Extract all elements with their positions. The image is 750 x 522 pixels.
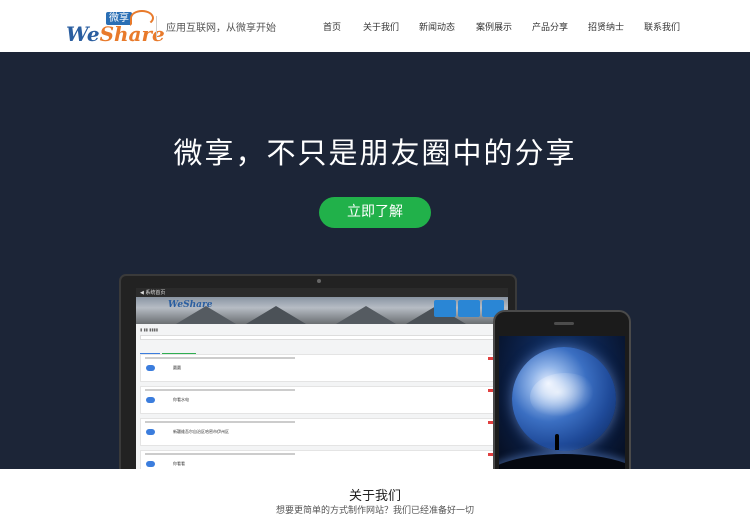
row-name: 你看看 <box>173 461 185 466</box>
header-divider <box>156 16 157 38</box>
nav-news[interactable]: 新闻动态 <box>419 20 455 33</box>
row-meta <box>145 453 295 455</box>
about-section: 关于我们 想要更简单的方式制作网站？我们已经准备好一切 <box>0 469 750 522</box>
laptop-screen: ◀ 系统首页 WeShare ▮ ▮▮ ▮▮▮▮ 圆圆 你看水电 新疆维吾尔自治… <box>136 288 508 469</box>
hero-section: 微享，不只是朋友圈中的分享 立即了解 ◀ 系统首页 WeShare ▮ ▮▮ ▮… <box>0 52 750 469</box>
screen-logo: WeShare <box>168 300 213 310</box>
header-slogan: 应用互联网，从微享开始 <box>166 23 276 34</box>
screen-row: 你看水电 <box>140 386 504 414</box>
nav-contact[interactable]: 联系我们 <box>644 20 680 33</box>
learn-more-button[interactable]: 立即了解 <box>319 197 431 228</box>
row-name: 你看水电 <box>173 397 189 402</box>
logo-wordmark: WeShare <box>66 22 165 46</box>
about-subtitle: 想要更简单的方式制作网站？我们已经准备好一切 <box>275 506 474 516</box>
weshare-logo[interactable]: 微享 WeShare <box>66 10 165 46</box>
screen-breadcrumb: ▮ ▮▮ ▮▮▮▮ <box>140 327 158 332</box>
tile <box>458 300 480 317</box>
laptop-camera <box>317 279 321 283</box>
row-meta <box>145 357 295 359</box>
row-name: 新疆维吾尔自治区哈密市伊州区 <box>173 429 229 434</box>
nav-jobs[interactable]: 招贤纳士 <box>588 20 624 33</box>
screen-row: 你看看 <box>140 450 504 469</box>
phone-mockup <box>493 310 631 469</box>
chat-icon <box>146 397 155 403</box>
about-title: 关于我们 <box>348 489 401 504</box>
chat-icon <box>146 429 155 435</box>
screen-row: 新疆维吾尔自治区哈密市伊州区 <box>140 418 504 446</box>
logo-word-a: We <box>66 22 100 46</box>
nav-home[interactable]: 首页 <box>323 20 341 33</box>
chat-icon <box>146 461 155 467</box>
phone-screen <box>499 336 625 469</box>
screen-row: 圆圆 <box>140 354 504 382</box>
hero-title: 微享，不只是朋友圈中的分享 <box>173 136 577 170</box>
screen-topbar-text: ◀ 系统首页 <box>140 290 166 296</box>
mountain-shape <box>246 306 306 324</box>
laptop-mockup: ◀ 系统首页 WeShare ▮ ▮▮ ▮▮▮▮ 圆圆 你看水电 新疆维吾尔自治… <box>119 274 517 469</box>
earth-image <box>512 347 616 451</box>
tile <box>434 300 456 317</box>
phone-speaker <box>554 322 574 325</box>
logo-word-b: Share <box>99 22 165 46</box>
row-meta <box>145 421 295 423</box>
site-header: 微享 WeShare 应用互联网，从微享开始 首页 关于我们 新闻动态 案例展示… <box>0 0 750 52</box>
nav-cases[interactable]: 案例展示 <box>476 20 512 33</box>
nav-about[interactable]: 关于我们 <box>363 20 399 33</box>
person-silhouette <box>555 434 559 450</box>
screen-search <box>140 335 504 340</box>
chat-icon <box>146 365 155 371</box>
row-meta <box>145 389 295 391</box>
mountain-shape <box>336 306 396 324</box>
row-name: 圆圆 <box>173 365 181 370</box>
nav-products[interactable]: 产品分享 <box>532 20 568 33</box>
screen-topbar: ◀ 系统首页 <box>136 288 508 297</box>
hill-silhouette <box>499 454 625 469</box>
